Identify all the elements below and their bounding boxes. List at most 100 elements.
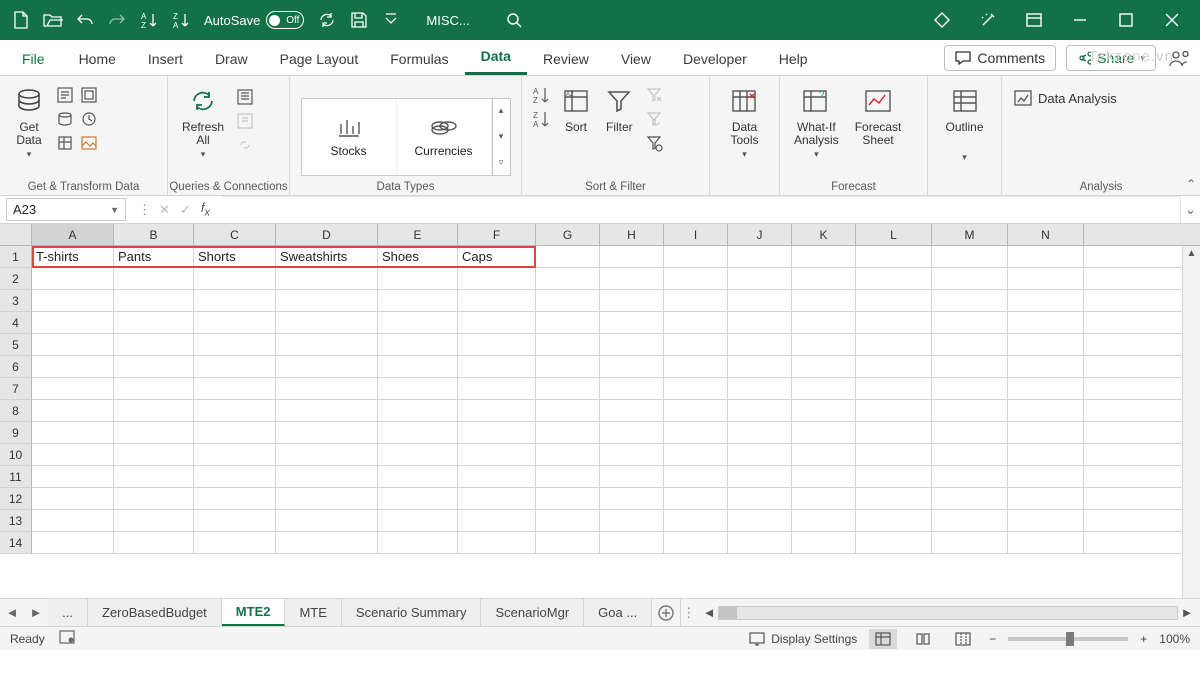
comments-button[interactable]: Comments (944, 45, 1056, 71)
cell[interactable] (458, 268, 536, 289)
cell[interactable] (664, 378, 728, 399)
tab-insert[interactable]: Insert (132, 43, 199, 75)
tab-help[interactable]: Help (763, 43, 824, 75)
people-icon[interactable] (1166, 45, 1192, 71)
tab-data[interactable]: Data (465, 40, 527, 75)
data-tools-button[interactable]: Data Tools▾ (724, 80, 764, 164)
cell[interactable] (458, 422, 536, 443)
cell[interactable] (664, 246, 728, 267)
cell[interactable] (1008, 466, 1084, 487)
row-header[interactable]: 14 (0, 532, 32, 554)
cell[interactable]: T-shirts (32, 246, 114, 267)
cell[interactable] (536, 466, 600, 487)
cell[interactable] (932, 444, 1008, 465)
cell[interactable] (1008, 312, 1084, 333)
cell[interactable] (792, 356, 856, 377)
cell[interactable] (114, 356, 194, 377)
cell[interactable] (600, 532, 664, 553)
cell[interactable] (536, 378, 600, 399)
cell[interactable] (378, 532, 458, 553)
cell[interactable] (378, 466, 458, 487)
cell[interactable]: Shoes (378, 246, 458, 267)
cell[interactable] (32, 444, 114, 465)
close-button[interactable] (1150, 0, 1194, 40)
cell[interactable] (932, 334, 1008, 355)
refresh-all-button[interactable]: Refresh All▾ (176, 80, 230, 164)
cell[interactable] (32, 268, 114, 289)
cell[interactable] (856, 378, 932, 399)
cell[interactable] (792, 312, 856, 333)
cell[interactable] (728, 466, 792, 487)
sheet-nav-prev[interactable]: ◄ (0, 599, 24, 626)
column-header[interactable]: A (32, 224, 114, 245)
cell[interactable] (458, 378, 536, 399)
cell[interactable] (664, 290, 728, 311)
cell[interactable] (856, 334, 932, 355)
cell[interactable] (458, 510, 536, 531)
cell[interactable] (728, 378, 792, 399)
cell[interactable] (194, 356, 276, 377)
cell[interactable] (664, 444, 728, 465)
cell[interactable] (856, 466, 932, 487)
cell[interactable] (932, 312, 1008, 333)
cell[interactable] (664, 334, 728, 355)
enter-fx-icon[interactable]: ✓ (180, 202, 191, 218)
column-header[interactable]: I (664, 224, 728, 245)
cell[interactable] (664, 268, 728, 289)
cell[interactable] (600, 378, 664, 399)
cell[interactable] (792, 246, 856, 267)
cell[interactable] (378, 488, 458, 509)
row-header[interactable]: 13 (0, 510, 32, 532)
cell[interactable] (194, 334, 276, 355)
cell[interactable] (1008, 532, 1084, 553)
cell[interactable] (856, 532, 932, 553)
cell[interactable] (114, 444, 194, 465)
row-header[interactable]: 5 (0, 334, 32, 356)
cell[interactable] (856, 444, 932, 465)
cell[interactable] (600, 488, 664, 509)
cell[interactable] (114, 510, 194, 531)
sheet-tab[interactable]: MTE2 (222, 599, 286, 626)
cell[interactable] (536, 312, 600, 333)
cell[interactable] (114, 532, 194, 553)
zoom-percent[interactable]: 100% (1159, 632, 1190, 646)
cell[interactable] (728, 268, 792, 289)
cell[interactable] (276, 532, 378, 553)
column-header[interactable]: G (536, 224, 600, 245)
cell[interactable] (194, 378, 276, 399)
from-text-icon[interactable] (54, 84, 76, 106)
cell[interactable] (536, 510, 600, 531)
cell[interactable] (664, 466, 728, 487)
diamond-icon[interactable] (920, 0, 964, 40)
cell[interactable] (536, 488, 600, 509)
cell[interactable] (114, 400, 194, 421)
sheet-tab[interactable]: Goa ... (584, 599, 652, 626)
cell[interactable] (378, 334, 458, 355)
cell[interactable] (600, 334, 664, 355)
cell[interactable] (728, 400, 792, 421)
cell[interactable] (856, 246, 932, 267)
minimize-button[interactable] (1058, 0, 1102, 40)
cell[interactable] (114, 488, 194, 509)
cell[interactable] (32, 532, 114, 553)
tab-review[interactable]: Review (527, 43, 605, 75)
cell[interactable] (1008, 334, 1084, 355)
new-sheet-button[interactable] (652, 599, 680, 626)
cell[interactable] (792, 290, 856, 311)
cell[interactable] (194, 312, 276, 333)
cell[interactable] (600, 466, 664, 487)
cell[interactable] (32, 510, 114, 531)
sync-icon[interactable] (312, 5, 342, 35)
cell[interactable]: Pants (114, 246, 194, 267)
cell[interactable] (114, 290, 194, 311)
cell[interactable] (792, 268, 856, 289)
reapply-icon[interactable] (643, 108, 665, 130)
cell[interactable] (458, 334, 536, 355)
cell[interactable] (32, 290, 114, 311)
cell[interactable] (1008, 422, 1084, 443)
sheet-tab[interactable]: MTE (285, 599, 341, 626)
cell[interactable] (728, 290, 792, 311)
tab-view[interactable]: View (605, 43, 667, 75)
existing-conn-icon[interactable] (54, 132, 76, 154)
row-header[interactable]: 10 (0, 444, 32, 466)
